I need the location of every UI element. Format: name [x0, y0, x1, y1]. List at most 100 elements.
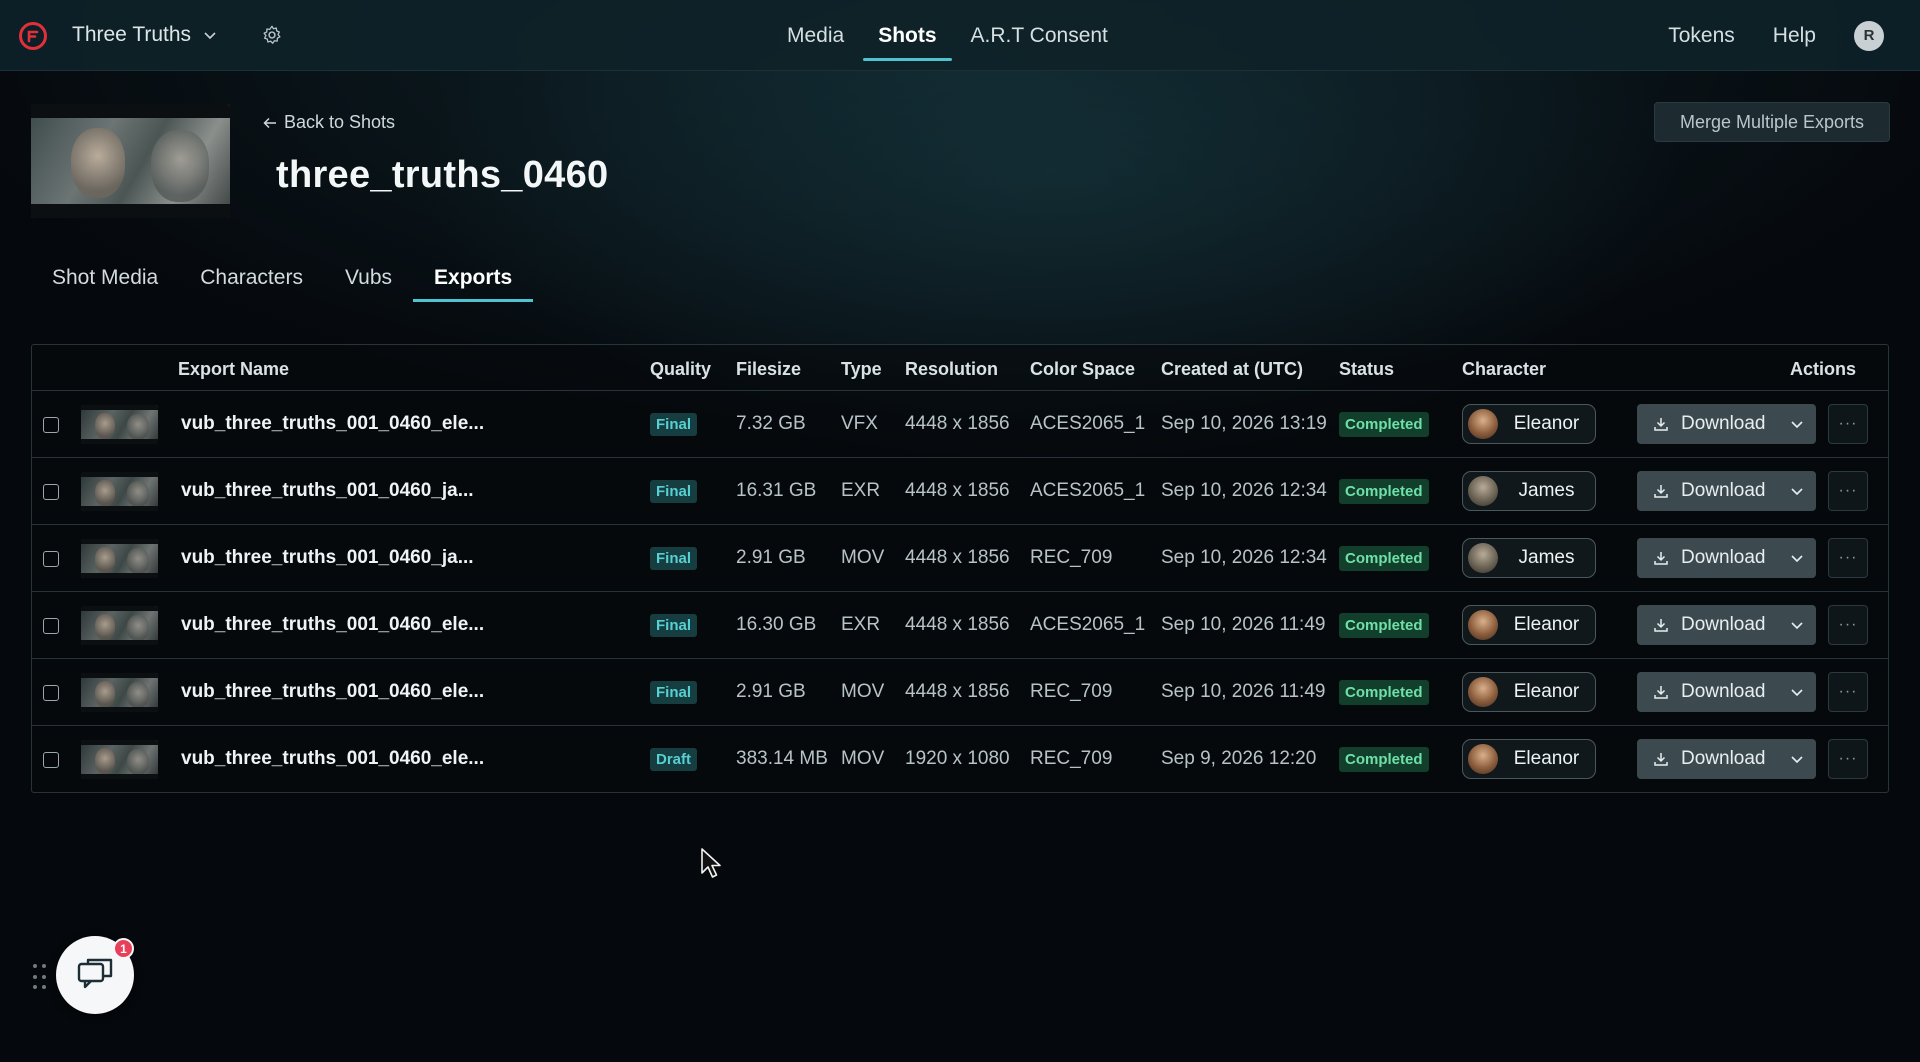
tab-shot-media[interactable]: Shot Media: [31, 254, 179, 302]
download-button[interactable]: Download: [1637, 605, 1816, 645]
row-checkbox[interactable]: [43, 484, 59, 500]
color-space: REC_709: [1030, 748, 1113, 769]
character-chip[interactable]: Eleanor: [1462, 672, 1596, 712]
col-color-space[interactable]: Color Space: [1030, 359, 1135, 380]
export-name[interactable]: vub_three_truths_001_0460_ele...: [181, 391, 484, 457]
col-export-name[interactable]: Export Name: [178, 359, 289, 380]
chevron-down-icon[interactable]: [1790, 417, 1804, 431]
export-thumbnail[interactable]: [81, 606, 158, 645]
row-checkbox[interactable]: [43, 551, 59, 567]
row-checkbox[interactable]: [43, 618, 59, 634]
download-button[interactable]: Download: [1637, 672, 1816, 712]
more-actions-button[interactable]: ···: [1828, 605, 1868, 645]
color-space: ACES2065_1: [1030, 614, 1146, 635]
col-filesize[interactable]: Filesize: [736, 359, 801, 380]
character-chip[interactable]: Eleanor: [1462, 605, 1596, 645]
status-badge: Completed: [1339, 679, 1429, 705]
export-thumbnail[interactable]: [81, 405, 158, 444]
export-name[interactable]: vub_three_truths_001_0460_ele...: [181, 726, 484, 792]
export-thumbnail[interactable]: [81, 740, 158, 779]
download-button[interactable]: Download: [1637, 538, 1816, 578]
col-quality[interactable]: Quality: [650, 359, 711, 380]
download-button[interactable]: Download: [1637, 471, 1816, 511]
tokens-link[interactable]: Tokens: [1668, 24, 1735, 48]
col-type[interactable]: Type: [841, 359, 882, 380]
nav-right: Tokens Help R: [1668, 0, 1920, 71]
status-badge: Completed: [1339, 478, 1429, 504]
app-logo-icon[interactable]: [19, 22, 47, 50]
quality-badge: Draft: [650, 747, 698, 771]
character-avatar: [1468, 677, 1498, 707]
nav-art-consent[interactable]: A.R.T Consent: [954, 0, 1125, 71]
mouse-cursor-icon: [701, 848, 721, 878]
project-selector[interactable]: Three Truths: [72, 22, 217, 48]
resolution: 1920 x 1080: [905, 748, 1010, 769]
created-at: Sep 10, 2026 12:34: [1161, 547, 1327, 568]
table-row[interactable]: vub_three_truths_001_0460_ele... Final 2…: [32, 659, 1888, 726]
export-name[interactable]: vub_three_truths_001_0460_ja...: [181, 458, 474, 524]
chevron-down-icon[interactable]: [1790, 618, 1804, 632]
more-actions-button[interactable]: ···: [1828, 471, 1868, 511]
avatar[interactable]: R: [1854, 20, 1884, 51]
quality-badge: Final: [650, 613, 698, 637]
download-icon: [1654, 418, 1668, 431]
row-checkbox[interactable]: [43, 417, 59, 433]
back-to-shots-link[interactable]: Back to Shots: [262, 112, 395, 133]
row-checkbox[interactable]: [43, 752, 59, 768]
character-name: Eleanor: [1513, 748, 1580, 769]
table-row[interactable]: vub_three_truths_001_0460_ele... Final 1…: [32, 592, 1888, 659]
character-avatar: [1468, 744, 1498, 774]
notification-badge: 1: [113, 938, 134, 959]
exports-table: Export Name Quality Filesize Type Resolu…: [31, 344, 1889, 793]
download-icon: [1654, 552, 1668, 565]
drag-handle-icon[interactable]: [33, 964, 47, 992]
tab-characters[interactable]: Characters: [179, 254, 324, 302]
col-status[interactable]: Status: [1339, 359, 1394, 380]
chevron-down-icon[interactable]: [1790, 752, 1804, 766]
nav-shots[interactable]: Shots: [861, 0, 953, 71]
col-actions: Actions: [1790, 359, 1857, 379]
character-chip[interactable]: Eleanor: [1462, 404, 1596, 444]
merge-multiple-exports-button[interactable]: Merge Multiple Exports: [1654, 102, 1890, 142]
chat-bubbles-icon: [77, 958, 113, 989]
quality-badge: Final: [650, 479, 698, 503]
col-created-at[interactable]: Created at (UTC): [1161, 359, 1303, 380]
chevron-down-icon[interactable]: [1790, 685, 1804, 699]
gear-icon[interactable]: [261, 24, 283, 46]
created-at: Sep 10, 2026 11:49: [1161, 614, 1326, 635]
help-link[interactable]: Help: [1773, 24, 1816, 48]
type: MOV: [841, 681, 885, 702]
table-row[interactable]: vub_three_truths_001_0460_ele... Final 7…: [32, 391, 1888, 458]
export-name[interactable]: vub_three_truths_001_0460_ele...: [181, 659, 484, 725]
tab-exports[interactable]: Exports: [413, 254, 534, 302]
col-character[interactable]: Character: [1462, 359, 1546, 380]
export-thumbnail[interactable]: [81, 539, 158, 578]
chevron-down-icon[interactable]: [1790, 551, 1804, 565]
more-actions-button[interactable]: ···: [1828, 672, 1868, 712]
export-name[interactable]: vub_three_truths_001_0460_ja...: [181, 525, 474, 591]
character-chip[interactable]: Eleanor: [1462, 739, 1596, 779]
more-actions-button[interactable]: ···: [1828, 404, 1868, 444]
color-space: ACES2065_1: [1030, 480, 1146, 501]
character-chip[interactable]: James: [1462, 538, 1596, 578]
download-button[interactable]: Download: [1637, 739, 1816, 779]
more-actions-button[interactable]: ···: [1828, 538, 1868, 578]
table-row[interactable]: vub_three_truths_001_0460_ele... Draft 3…: [32, 726, 1888, 793]
chevron-down-icon[interactable]: [1790, 484, 1804, 498]
table-row[interactable]: vub_three_truths_001_0460_ja... Final 16…: [32, 458, 1888, 525]
tab-vubs[interactable]: Vubs: [324, 254, 413, 302]
shot-tabs: Shot Media Characters Vubs Exports: [31, 254, 534, 302]
color-space: REC_709: [1030, 681, 1113, 702]
more-actions-button[interactable]: ···: [1828, 739, 1868, 779]
col-resolution[interactable]: Resolution: [905, 359, 998, 380]
export-name[interactable]: vub_three_truths_001_0460_ele...: [181, 592, 484, 658]
top-navigation-bar: Three Truths Media Shots A.R.T Consent T…: [0, 0, 1920, 71]
download-button[interactable]: Download: [1637, 404, 1816, 444]
nav-media[interactable]: Media: [770, 0, 861, 71]
character-chip[interactable]: James: [1462, 471, 1596, 511]
export-thumbnail[interactable]: [81, 472, 158, 511]
export-thumbnail[interactable]: [81, 673, 158, 712]
table-row[interactable]: vub_three_truths_001_0460_ja... Final 2.…: [32, 525, 1888, 592]
type: MOV: [841, 748, 885, 769]
row-checkbox[interactable]: [43, 685, 59, 701]
